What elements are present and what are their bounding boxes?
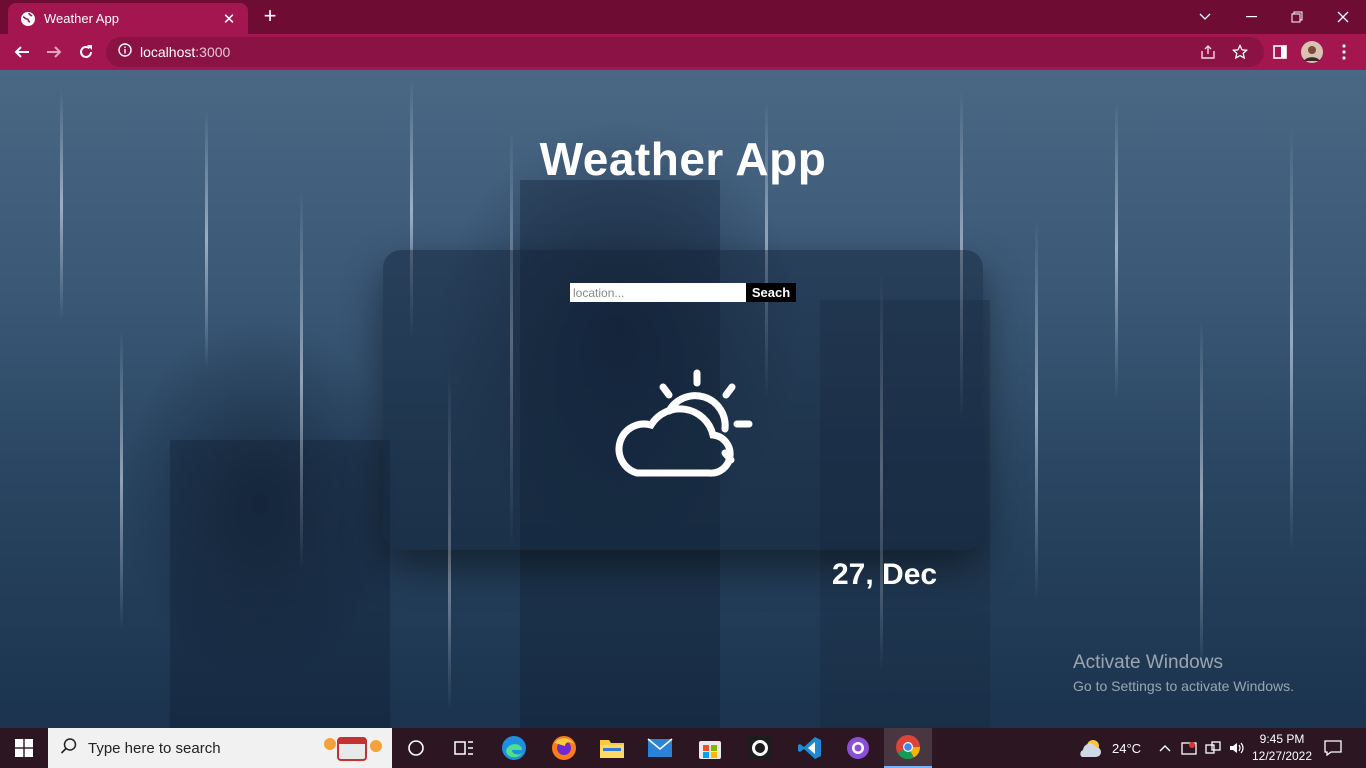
- github-app-icon[interactable]: [834, 728, 882, 768]
- weather-widget-icon[interactable]: [1076, 728, 1106, 768]
- location-input[interactable]: [570, 283, 746, 302]
- chrome-icon[interactable]: [884, 728, 932, 768]
- edge-icon[interactable]: [490, 728, 538, 768]
- windows-taskbar: Type here to search 24°C 9:45 PM 12/27/2…: [0, 728, 1366, 768]
- share-icon[interactable]: [1194, 38, 1222, 66]
- system-clock[interactable]: 9:45 PM 12/27/2022: [1244, 731, 1320, 765]
- rain-streak: [120, 330, 123, 630]
- background-building: [170, 440, 390, 728]
- taskbar-search-placeholder: Type here to search: [88, 739, 221, 757]
- partly-cloudy-icon: [609, 365, 759, 485]
- side-panel-icon[interactable]: [1266, 38, 1294, 66]
- clock-date: 12/27/2022: [1251, 749, 1313, 763]
- browser-menu-icon[interactable]: [1330, 38, 1358, 66]
- vscode-icon[interactable]: [786, 728, 834, 768]
- browser-tab[interactable]: Weather App ✕: [8, 3, 248, 34]
- url-host: localhost: [140, 44, 196, 60]
- rain-streak: [300, 190, 303, 570]
- clock-time: 9:45 PM: [1259, 732, 1305, 746]
- rain-streak: [1200, 320, 1203, 670]
- tab-title: Weather App: [44, 11, 119, 26]
- search-button[interactable]: Seach: [746, 283, 796, 302]
- browser-toolbar: localhost:3000: [0, 34, 1366, 70]
- rain-streak: [1035, 220, 1038, 600]
- notifications-icon[interactable]: [1318, 728, 1348, 768]
- profile-avatar[interactable]: [1298, 38, 1326, 66]
- file-explorer-icon[interactable]: [588, 728, 636, 768]
- rain-streak: [60, 90, 63, 320]
- weather-temperature[interactable]: 24°C: [1112, 741, 1141, 756]
- globe-icon: [20, 11, 36, 27]
- taskbar-search-box[interactable]: Type here to search: [48, 728, 392, 768]
- browser-titlebar: Weather App ✕ +: [0, 0, 1366, 34]
- reload-icon[interactable]: [72, 38, 100, 66]
- close-window-button[interactable]: [1320, 0, 1366, 34]
- microsoft-store-icon[interactable]: [686, 728, 734, 768]
- windows-start-icon[interactable]: [0, 728, 48, 768]
- back-arrow-icon[interactable]: [8, 38, 36, 66]
- calendar-highlight-icon: [322, 734, 384, 768]
- network-icon[interactable]: [1202, 728, 1224, 768]
- task-view-icon[interactable]: [392, 728, 440, 768]
- widgets-icon[interactable]: [440, 728, 488, 768]
- new-tab-button[interactable]: +: [258, 5, 282, 29]
- forward-arrow-icon[interactable]: [40, 38, 68, 66]
- search-form: Seach: [570, 283, 796, 302]
- minimize-button[interactable]: [1228, 0, 1274, 34]
- mail-icon[interactable]: [636, 728, 684, 768]
- show-hidden-icons-chevron-icon[interactable]: [1154, 728, 1176, 768]
- security-icon[interactable]: [1178, 728, 1200, 768]
- current-date: 27, Dec: [832, 558, 938, 591]
- rain-streak: [1290, 130, 1293, 550]
- tab-search-chevron-icon[interactable]: [1182, 0, 1228, 34]
- page-background: Weather App Seach 27, Dec Activate Windo: [0, 70, 1366, 728]
- github-desktop-icon[interactable]: [736, 728, 784, 768]
- search-icon: [60, 737, 78, 760]
- address-bar[interactable]: localhost:3000: [106, 37, 1264, 67]
- watermark-title: Activate Windows: [1073, 652, 1223, 673]
- watermark-subtitle: Go to Settings to activate Windows.: [1073, 678, 1294, 694]
- url-text: localhost:3000: [140, 44, 230, 60]
- weather-card: Seach: [383, 250, 983, 550]
- activate-windows-watermark: Activate Windows Go to Settings to activ…: [1073, 652, 1294, 694]
- bookmark-star-icon[interactable]: [1226, 38, 1254, 66]
- restore-button[interactable]: [1274, 0, 1320, 34]
- url-port: :3000: [195, 44, 231, 60]
- site-info-icon[interactable]: [118, 42, 132, 62]
- page-title: Weather App: [539, 133, 827, 185]
- tab-close-icon[interactable]: ✕: [220, 10, 238, 28]
- firefox-icon[interactable]: [540, 728, 588, 768]
